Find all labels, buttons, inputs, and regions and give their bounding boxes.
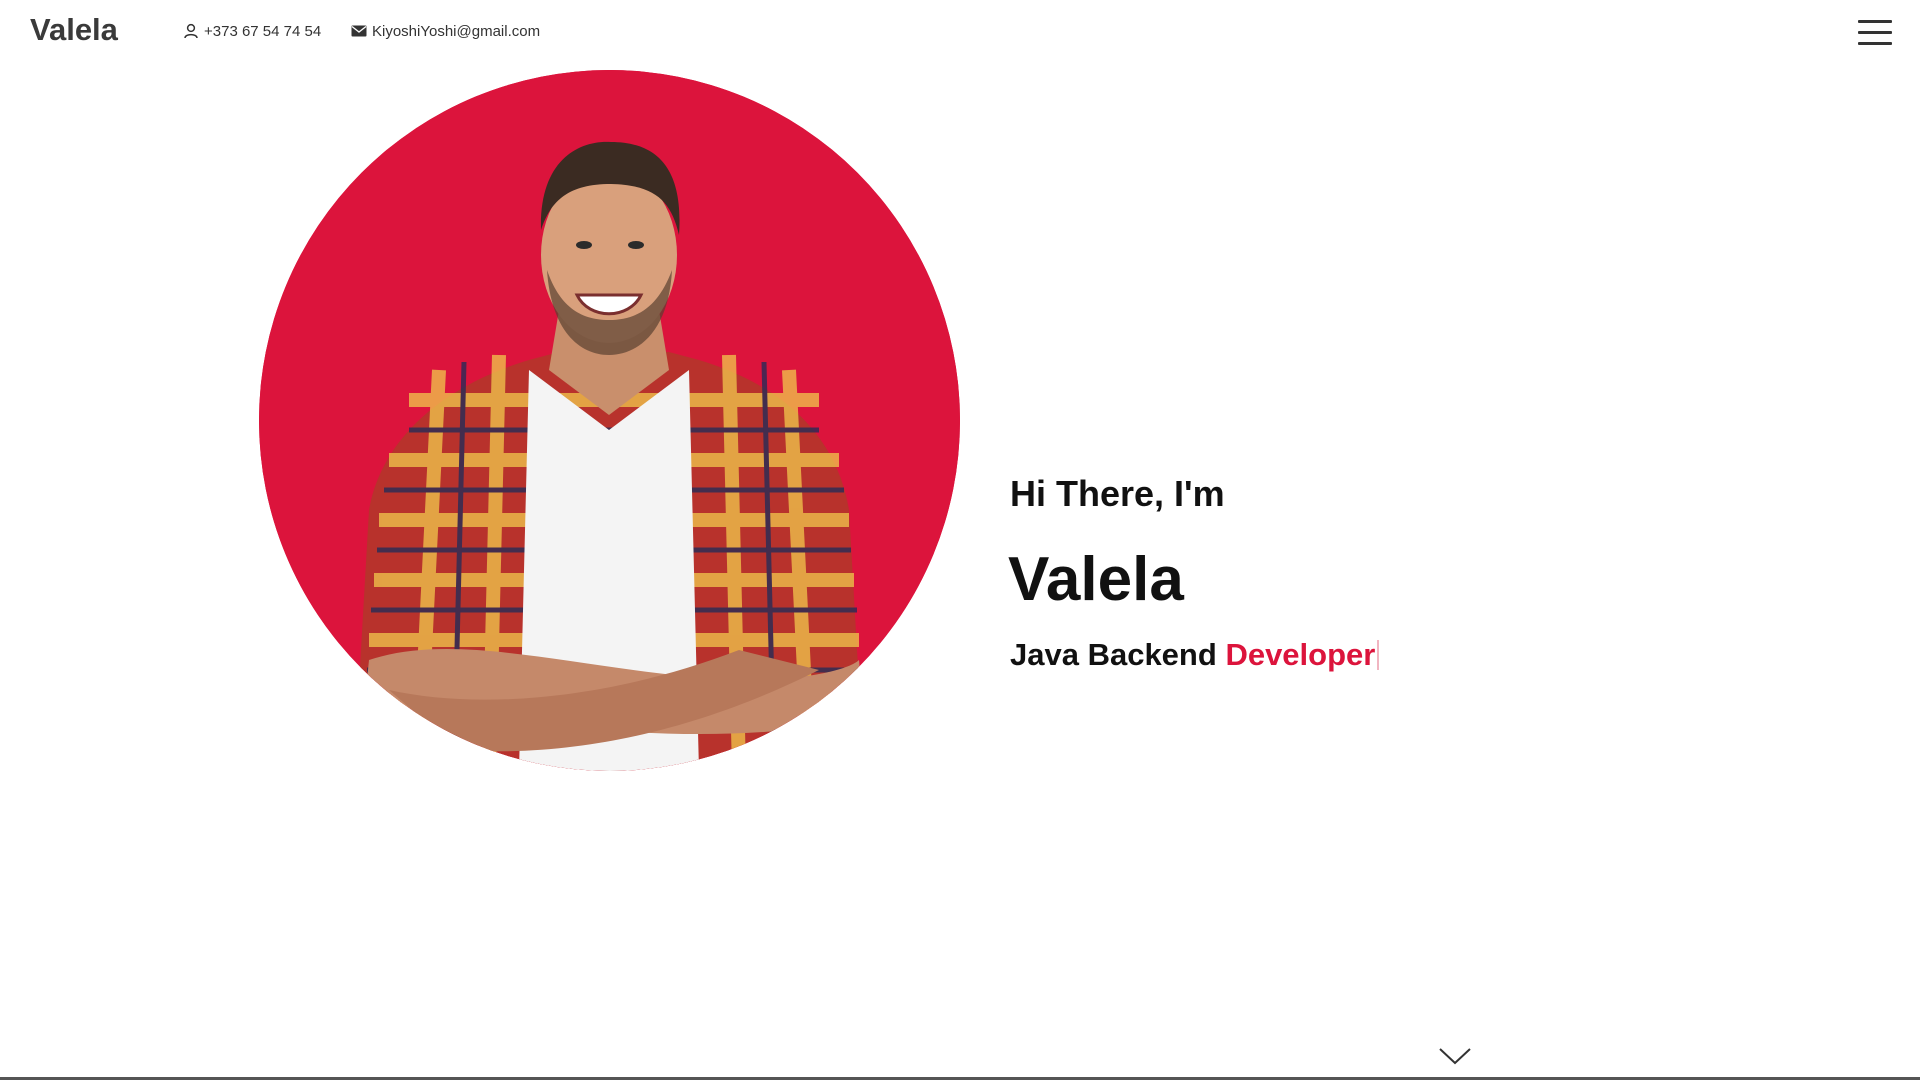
brand-logo[interactable]: Valela bbox=[30, 12, 118, 48]
hamburger-menu-icon[interactable] bbox=[1858, 18, 1892, 46]
phone-number: +373 67 54 74 54 bbox=[204, 22, 322, 40]
intro-text: Hi There, I'm bbox=[1010, 473, 1225, 514]
role-prefix: Java Backend bbox=[1010, 637, 1217, 672]
profile-photo bbox=[259, 70, 960, 771]
chevron-down-icon[interactable] bbox=[1438, 1046, 1472, 1066]
page: Valela +373 67 54 74 54 KiyoshiYoshi@gma… bbox=[0, 0, 1920, 1080]
email-address: KiyoshiYoshi@gmail.com bbox=[372, 22, 541, 40]
envelope-icon bbox=[350, 22, 368, 40]
phone-contact[interactable]: +373 67 54 74 54 bbox=[182, 22, 321, 40]
hero-name: Valela bbox=[1008, 545, 1184, 614]
role-title: Java Backend Developer bbox=[1010, 637, 1380, 673]
user-icon bbox=[182, 22, 200, 40]
typing-caret bbox=[1377, 640, 1380, 670]
site-header: Valela +373 67 54 74 54 KiyoshiYoshi@gma… bbox=[0, 0, 1920, 64]
email-contact[interactable]: KiyoshiYoshi@gmail.com bbox=[350, 22, 540, 40]
role-highlight: Developer bbox=[1225, 637, 1376, 672]
